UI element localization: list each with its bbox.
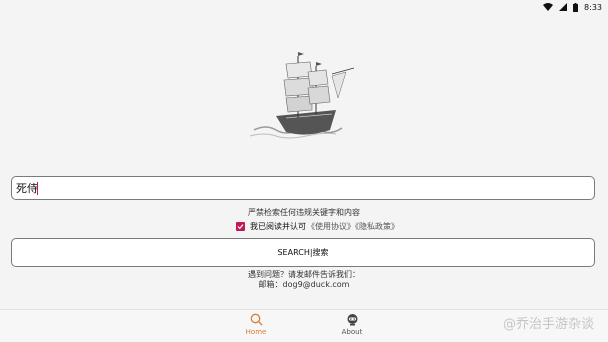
search-icon xyxy=(250,313,262,326)
nav-home-label: Home xyxy=(245,328,267,336)
search-field[interactable] xyxy=(11,176,595,200)
check-icon xyxy=(237,224,244,230)
search-button[interactable]: SEARCH|搜索 xyxy=(11,238,595,267)
robot-icon xyxy=(347,314,357,326)
nav-about[interactable]: About xyxy=(322,313,382,336)
text-cursor xyxy=(37,181,38,195)
agreement-row[interactable]: 我已阅读并认可 《使用协议》《隐私政策》 xyxy=(236,221,399,232)
policy-notice: 严禁检索任何违规关键字和内容 xyxy=(248,208,360,217)
status-time: 8:33 xyxy=(584,2,602,12)
agreement-text: 我已阅读并认可 xyxy=(250,222,306,231)
signal-icon xyxy=(559,3,568,11)
contact-line: 遇到问题？请发邮件告诉我们： xyxy=(248,270,360,279)
ship-logo xyxy=(246,46,356,146)
watermark-text: @乔治手游杂谈 xyxy=(502,317,594,332)
nav-about-label: About xyxy=(341,328,363,336)
nav-home[interactable]: Home xyxy=(226,313,286,336)
agreement-links[interactable]: 《使用协议》《隐私政策》 xyxy=(307,221,399,232)
watermark: @乔治手游杂谈 xyxy=(503,313,594,332)
wifi-icon xyxy=(543,3,554,11)
search-input[interactable] xyxy=(16,181,38,195)
contact-info: 遇到问题？请发邮件告诉我们： 邮箱：dog9@duck.com xyxy=(0,270,608,290)
status-bar: 8:33 xyxy=(0,0,608,14)
agreement-checkbox[interactable] xyxy=(236,222,245,231)
contact-email: 邮箱：dog9@duck.com xyxy=(258,280,350,289)
battery-icon xyxy=(573,2,579,12)
